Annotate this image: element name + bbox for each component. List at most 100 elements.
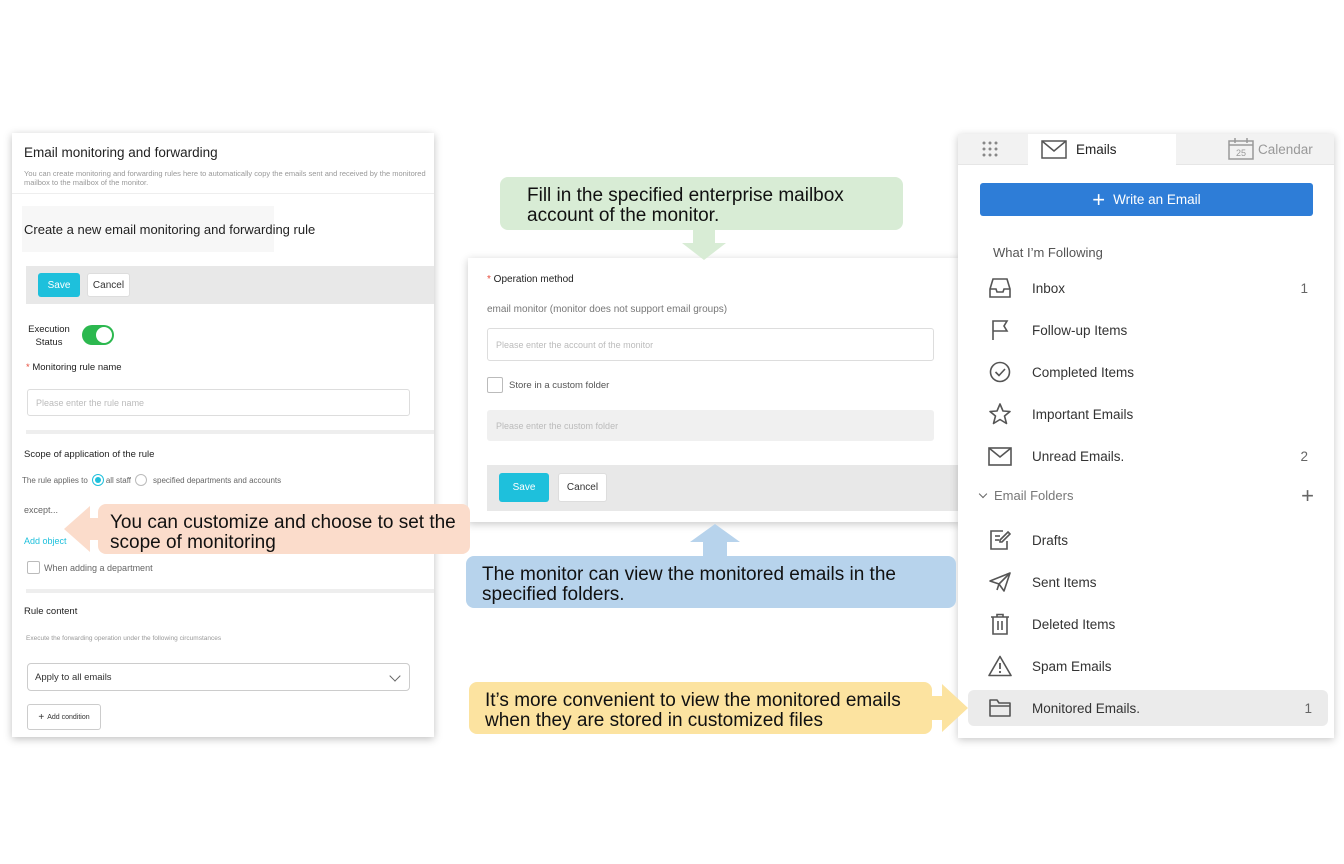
flag-icon — [986, 316, 1014, 344]
sidebar-item-monitored[interactable]: Monitored Emails. 1 — [968, 690, 1328, 726]
scope-title: Scope of application of the rule — [24, 449, 155, 460]
sidebar-item-label: Monitored Emails. — [1032, 700, 1141, 716]
form-toolbar: Save Cancel — [26, 266, 434, 304]
trash-icon — [986, 610, 1014, 638]
plus-icon: + — [38, 711, 45, 723]
sidebar-item-label: Deleted Items — [1032, 616, 1116, 632]
sidebar-item-sent[interactable]: Sent Items — [986, 564, 1316, 600]
save-button[interactable]: Save — [499, 473, 549, 502]
mail-sidebar: Emails 25 Calendar + Write an Email What… — [958, 134, 1334, 738]
folder-icon — [986, 694, 1014, 722]
except-label: except... — [24, 505, 59, 515]
divider — [12, 193, 434, 194]
calendar-icon[interactable]: 25 — [1228, 138, 1254, 160]
cancel-button[interactable]: Cancel — [87, 273, 130, 297]
apply-scope-select[interactable]: Apply to all emails — [27, 663, 410, 691]
paper-plane-icon — [986, 568, 1014, 596]
envelope-icon — [986, 442, 1014, 470]
star-icon — [986, 400, 1014, 428]
tab-emails-label: Emails — [1076, 142, 1117, 157]
arrow-up-icon — [690, 524, 740, 558]
panel-title: Email monitoring and forwarding — [24, 145, 218, 160]
write-email-label: Write an Email — [1113, 192, 1201, 207]
sidebar-item-spam[interactable]: Spam Emails — [986, 648, 1316, 684]
department-option: When adding a department — [27, 561, 153, 574]
callout-scope: You can customize and choose to set the … — [98, 504, 470, 554]
callout-custom-files: It’s more convenient to view the monitor… — [469, 682, 932, 734]
add-object-link[interactable]: Add object — [24, 536, 67, 546]
sidebar-item-label: Completed Items — [1032, 364, 1135, 380]
add-condition-button[interactable]: + Add condition — [27, 704, 101, 730]
plus-icon: + — [1092, 186, 1106, 212]
unread-count: 1 — [1304, 700, 1312, 716]
sidebar-item-unread[interactable]: Unread Emails. 2 — [986, 438, 1316, 474]
app-grid-icon[interactable] — [980, 139, 1000, 159]
radio-specified[interactable] — [135, 474, 148, 486]
operation-method-label-text: Operation method — [493, 274, 574, 285]
operation-method-panel: * Operation method email monitor (monito… — [468, 258, 960, 522]
execution-status-toggle[interactable] — [82, 325, 114, 345]
rule-content-title: Rule content — [24, 606, 78, 617]
sidebar-item-completed[interactable]: Completed Items — [986, 354, 1316, 390]
select-value: Apply to all emails — [35, 671, 112, 683]
rule-name-input[interactable]: Please enter the rule name — [27, 389, 410, 416]
tab-calendar-label[interactable]: Calendar — [1258, 142, 1313, 157]
warning-icon — [986, 652, 1014, 680]
add-condition-label: Add condition — [47, 713, 90, 721]
sidebar-item-label: Unread Emails. — [1032, 448, 1125, 464]
following-section-title: What I’m Following — [993, 245, 1103, 260]
email-folders-header[interactable]: Email Folders — [978, 488, 1074, 503]
cancel-button[interactable]: Cancel — [558, 473, 607, 502]
save-button[interactable]: Save — [38, 273, 80, 297]
rule-editor-panel: Email monitoring and forwarding You can … — [12, 133, 434, 737]
unread-count: 2 — [1300, 448, 1308, 464]
panel-description: You can create monitoring and forwarding… — [24, 169, 426, 187]
email-folders-title: Email Folders — [994, 488, 1074, 503]
department-checkbox-label: When adding a department — [44, 562, 153, 573]
chevron-down-icon — [389, 670, 401, 682]
operation-description: email monitor (monitor does not support … — [487, 304, 728, 315]
inbox-icon — [986, 274, 1014, 302]
sidebar-item-label: Follow-up Items — [1032, 322, 1128, 338]
sidebar-item-follow-up[interactable]: Follow-up Items — [986, 312, 1316, 348]
radio-all-staff-label: all staff — [105, 475, 132, 485]
section-divider — [26, 430, 434, 434]
rule-name-label-text: Monitoring rule name — [32, 362, 122, 373]
rule-content-description: Execute the forwarding operation under t… — [26, 635, 222, 642]
custom-folder-option: Store in a custom folder — [487, 377, 609, 393]
radio-specified-label: specified departments and accounts — [153, 475, 282, 485]
sidebar-item-label: Sent Items — [1032, 574, 1097, 590]
unread-count: 1 — [1300, 280, 1308, 296]
sidebar-item-deleted[interactable]: Deleted Items — [986, 606, 1316, 642]
arrow-down-icon — [682, 229, 726, 260]
department-checkbox[interactable] — [27, 561, 40, 574]
chevron-down-icon — [978, 489, 988, 498]
radio-all-staff[interactable] — [91, 474, 104, 486]
arrow-left-icon — [64, 506, 100, 552]
sidebar-item-drafts[interactable]: Drafts — [986, 522, 1316, 558]
custom-folder-input[interactable]: Please enter the custom folder — [487, 410, 934, 441]
callout-view-folders: The monitor can view the monitored email… — [466, 556, 956, 608]
arrow-right-icon — [930, 684, 968, 732]
sidebar-item-label: Spam Emails — [1032, 658, 1112, 674]
sidebar-item-important[interactable]: Important Emails — [986, 396, 1316, 432]
sidebar-item-label: Inbox — [1032, 280, 1066, 296]
figure-canvas: Email monitoring and forwarding You can … — [0, 0, 1344, 864]
sidebar-item-inbox[interactable]: Inbox 1 — [986, 270, 1316, 306]
form-toolbar: Save Cancel — [487, 465, 960, 511]
check-circle-icon — [986, 358, 1014, 386]
draft-icon — [986, 526, 1014, 554]
custom-folder-checkbox[interactable] — [487, 377, 503, 393]
monitor-account-input[interactable]: Please enter the account of the monitor — [487, 328, 934, 361]
callout-monitor-account: Fill in the specified enterprise mailbox… — [500, 177, 903, 230]
required-asterisk: * — [487, 274, 494, 285]
rule-name-label: * Monitoring rule name — [26, 362, 122, 373]
calendar-day: 25 — [1236, 148, 1246, 158]
execution-status-label: Execution Status — [28, 324, 70, 348]
add-folder-icon[interactable]: + — [1301, 485, 1314, 507]
write-email-button[interactable]: + Write an Email — [980, 183, 1313, 216]
sidebar-item-label: Drafts — [1032, 532, 1069, 548]
scope-options: The rule applies to all staff specified … — [22, 474, 281, 486]
sidebar-item-label: Important Emails — [1032, 406, 1134, 422]
envelope-icon — [1041, 140, 1067, 159]
